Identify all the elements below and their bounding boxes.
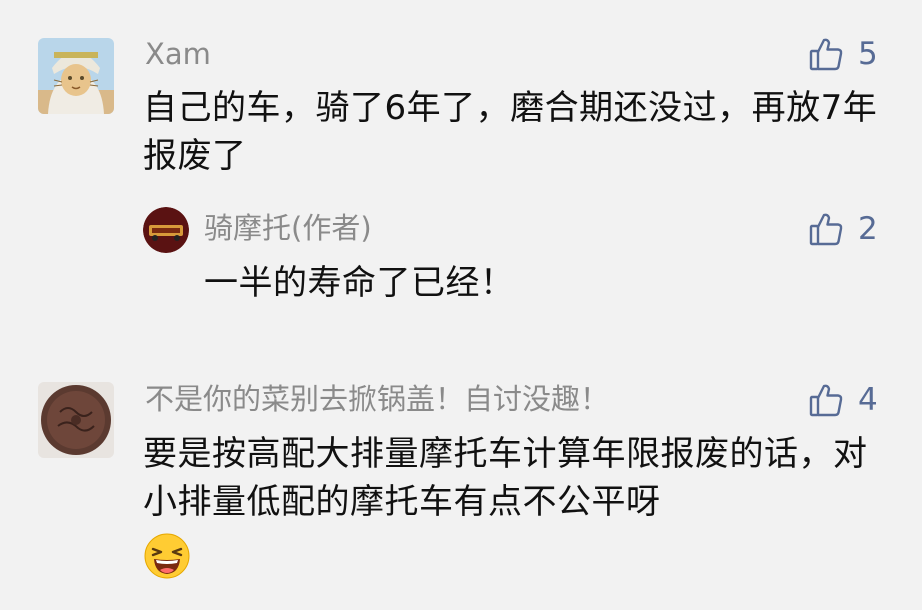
- thumbs-up-icon: [808, 382, 844, 418]
- avatar[interactable]: [38, 38, 114, 114]
- like-button[interactable]: 4: [808, 378, 878, 422]
- like-count: 2: [858, 210, 878, 247]
- like-count: 4: [858, 381, 878, 418]
- like-button[interactable]: 5: [808, 32, 878, 76]
- reply-like-button[interactable]: 2: [808, 207, 878, 251]
- comment-author[interactable]: 不是你的菜别去掀锅盖！自讨没趣！: [145, 385, 609, 414]
- comment-author[interactable]: Xam: [145, 40, 211, 69]
- comment-text: 要是按高配大排量摩托车计算年限报废的话，对小排量低配的摩托车有点不公平呀: [143, 434, 868, 522]
- reply-text: 一半的寿命了已经！: [204, 263, 515, 303]
- thumbs-up-icon: [808, 211, 844, 247]
- avatar[interactable]: [38, 382, 114, 458]
- reply-author[interactable]: 骑摩托(作者): [204, 214, 372, 243]
- like-count: 5: [858, 35, 878, 72]
- comment-text: 自己的车，骑了6年了，磨合期还没过，再放7年报废了: [143, 88, 878, 176]
- thumbs-up-icon: [808, 36, 844, 72]
- reply-avatar[interactable]: [143, 207, 189, 253]
- laughing-emoji-icon: [143, 532, 191, 580]
